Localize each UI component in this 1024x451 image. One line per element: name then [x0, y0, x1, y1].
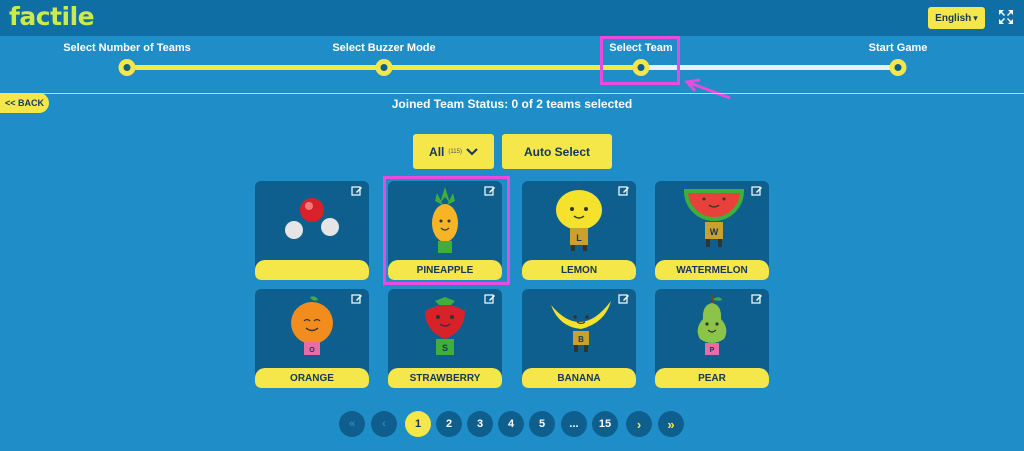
- pagination-next-button[interactable]: ›: [626, 411, 652, 437]
- step-dot-start-game[interactable]: [889, 59, 907, 76]
- team-card-banana[interactable]: B BANANA: [522, 289, 636, 388]
- joined-team-status: Joined Team Status: 0 of 2 teams selecte…: [391, 97, 633, 111]
- chevron-down-icon: [466, 147, 478, 155]
- pagination-page-1[interactable]: 1: [405, 411, 431, 437]
- pagination-prev-button[interactable]: ‹: [371, 411, 397, 437]
- step-dot-buzzer-mode[interactable]: [375, 59, 393, 76]
- team-name: PEAR: [655, 368, 769, 388]
- language-select[interactable]: English ▾: [928, 7, 985, 29]
- team-name: STRAWBERRY: [388, 368, 502, 388]
- pagination-first-button[interactable]: «: [339, 411, 365, 437]
- character-letter: O: [309, 347, 315, 354]
- team-card-pear[interactable]: P PEAR: [655, 289, 769, 388]
- character-letter: B: [578, 335, 584, 344]
- lemon-icon: L: [556, 190, 602, 251]
- team-card-watermelon[interactable]: W WATERMELON: [655, 181, 769, 280]
- divider: [0, 93, 1024, 94]
- team-card-molecule[interactable]: [255, 181, 369, 280]
- highlight-pineapple-card: [383, 176, 510, 285]
- step-dot-number-of-teams[interactable]: [118, 59, 136, 76]
- edit-icon[interactable]: [751, 185, 763, 197]
- auto-select-button[interactable]: Auto Select: [502, 134, 612, 169]
- factile-logo[interactable]: factile: [9, 2, 95, 31]
- filter-count: (115): [448, 148, 462, 155]
- step-label-number-of-teams: Select Number of Teams: [63, 42, 191, 54]
- step-label-start-game: Start Game: [868, 42, 928, 54]
- category-filter-dropdown[interactable]: All (115): [413, 134, 494, 169]
- pagination-page-15[interactable]: 15: [592, 411, 618, 437]
- banana-icon: B: [551, 301, 611, 352]
- pagination-page-5[interactable]: 5: [529, 411, 555, 437]
- step-label-buzzer-mode: Select Buzzer Mode: [332, 42, 436, 54]
- character-letter: P: [710, 347, 715, 354]
- character-letter: S: [442, 343, 448, 353]
- team-name: WATERMELON: [655, 260, 769, 280]
- team-name: LEMON: [522, 260, 636, 280]
- pagination-last-button[interactable]: »: [658, 411, 684, 437]
- pagination-page-2[interactable]: 2: [436, 411, 462, 437]
- highlight-select-team-step: [600, 36, 680, 85]
- watermelon-icon: W: [683, 189, 745, 247]
- chevron-down-icon: ▾: [973, 12, 978, 23]
- pagination-page-3[interactable]: 3: [467, 411, 493, 437]
- top-bar: [0, 0, 1024, 36]
- edit-icon[interactable]: [618, 185, 630, 197]
- pear-icon: P: [697, 294, 727, 355]
- team-card-orange[interactable]: O ORANGE: [255, 289, 369, 388]
- character-letter: W: [710, 227, 719, 237]
- fullscreen-icon[interactable]: [998, 9, 1014, 25]
- filter-label: All: [429, 144, 445, 159]
- edit-icon[interactable]: [484, 293, 496, 305]
- character-letter: L: [576, 233, 582, 243]
- team-card-strawberry[interactable]: S STRAWBERRY: [388, 289, 502, 388]
- pagination-ellipsis: ...: [561, 411, 587, 437]
- edit-icon[interactable]: [618, 293, 630, 305]
- pagination-page-4[interactable]: 4: [498, 411, 524, 437]
- edit-icon[interactable]: [351, 185, 363, 197]
- team-name: BANANA: [522, 368, 636, 388]
- orange-icon: O: [291, 296, 333, 355]
- language-label: English: [935, 12, 972, 24]
- team-name: ORANGE: [255, 368, 369, 388]
- team-name: [255, 260, 369, 280]
- strawberry-icon: S: [425, 297, 465, 355]
- edit-icon[interactable]: [351, 293, 363, 305]
- molecule-icon: [285, 198, 339, 239]
- team-card-lemon[interactable]: L LEMON: [522, 181, 636, 280]
- edit-icon[interactable]: [751, 293, 763, 305]
